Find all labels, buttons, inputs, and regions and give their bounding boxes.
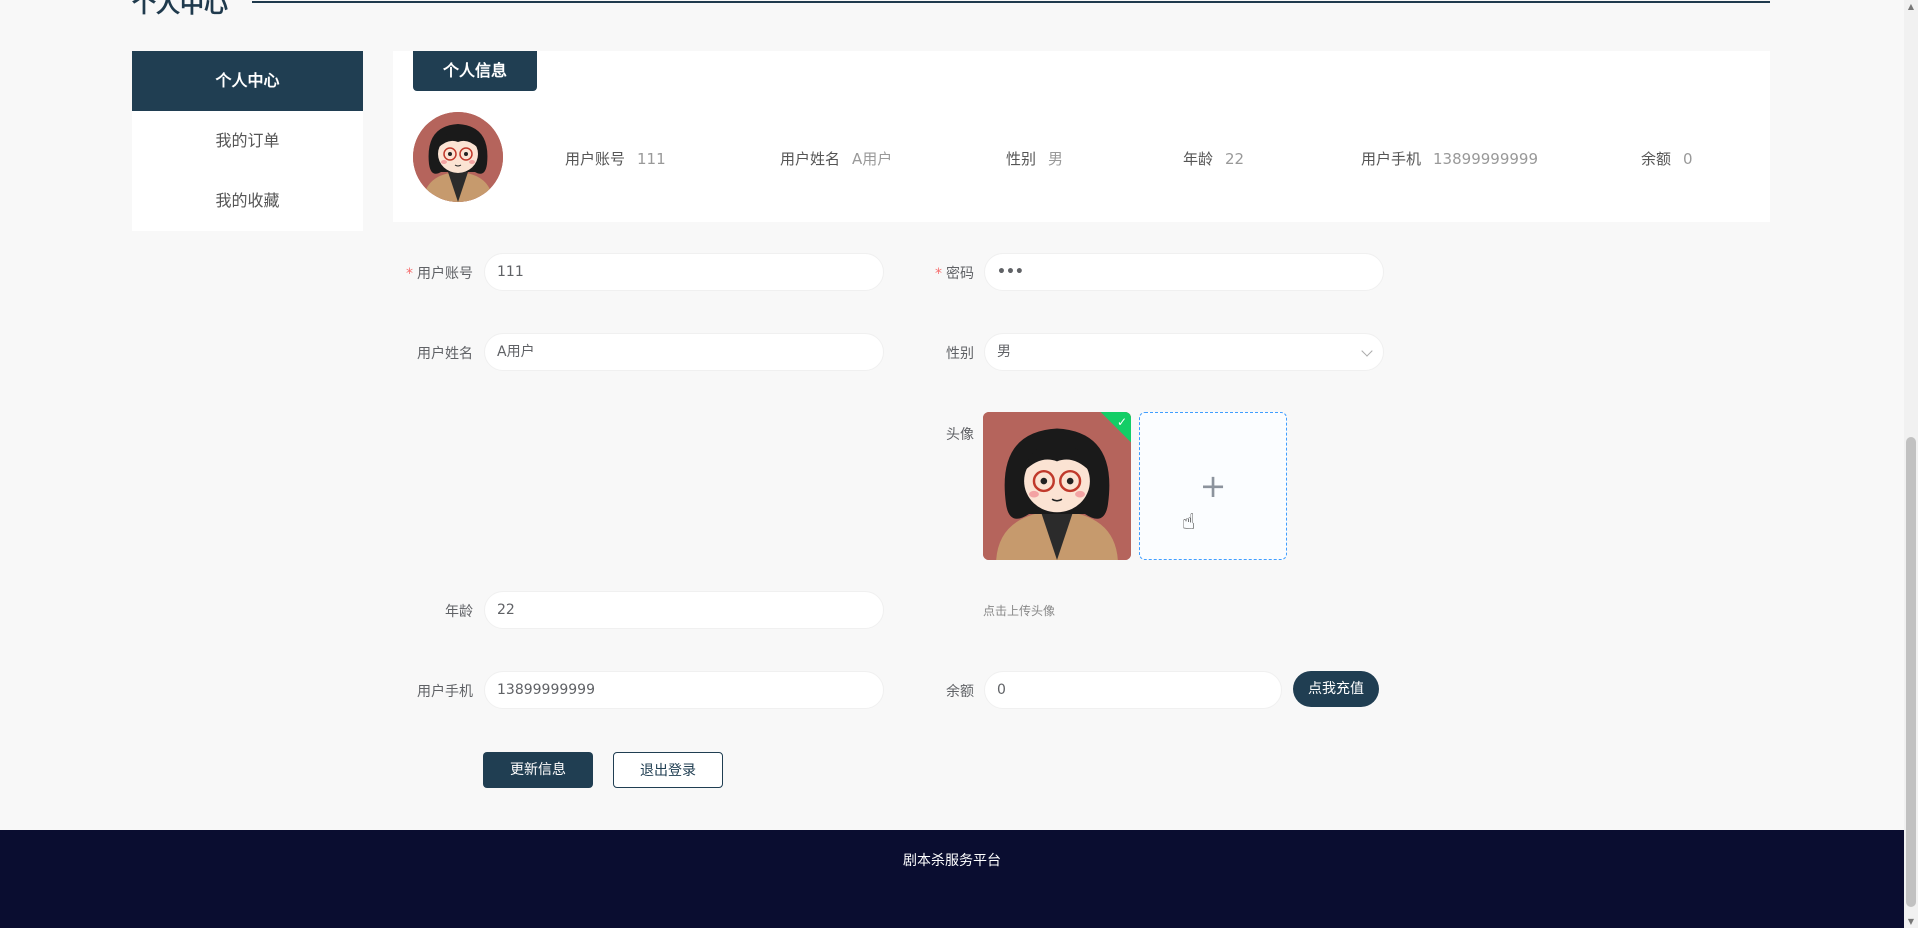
plus-icon: + — [1199, 467, 1227, 505]
name-input[interactable]: A用户 — [484, 333, 884, 371]
info-gender: 性别男 — [1006, 150, 1064, 168]
avatar-upload-button[interactable]: + — [1139, 412, 1287, 560]
update-info-button[interactable]: 更新信息 — [483, 752, 593, 788]
name-label: 用户姓名 — [417, 346, 473, 362]
page-heading: 个人中心 — [132, 0, 228, 18]
upload-tip: 点击上传头像 — [983, 604, 1056, 618]
password-input[interactable]: ••• — [984, 253, 1384, 291]
scroll-down-icon[interactable]: ▼ — [1904, 917, 1918, 926]
info-phone: 用户手机 13899999999 — [1361, 150, 1538, 168]
phone-label: 用户手机 — [417, 684, 473, 700]
logout-button[interactable]: 退出登录 — [613, 752, 723, 788]
uploaded-avatar-thumbnail[interactable]: ✓ — [983, 412, 1131, 560]
balance-label: 余额 — [946, 684, 974, 700]
balance-input[interactable]: 0 — [984, 671, 1282, 709]
info-balance: 余额 0 — [1641, 150, 1693, 168]
profile-info-card: 个人信息 用户账号 111 用户姓名 A用户 性别男 年龄 22 用户手机 138999… — [393, 51, 1770, 222]
chevron-down-icon — [1361, 345, 1373, 357]
check-icon: ✓ — [1116, 415, 1127, 429]
required-mark: * — [406, 266, 413, 282]
sidebar-item-favorites[interactable]: 我的收藏 — [132, 171, 363, 231]
avatar — [413, 112, 503, 202]
hand-pointer-icon: ☝ — [1182, 510, 1196, 535]
info-name: 用户姓名 A用户 — [780, 150, 893, 168]
recharge-button[interactable]: 点我充值 — [1293, 671, 1379, 707]
footer: 剧本杀服务平台 — [0, 830, 1904, 928]
gender-label: 性别 — [946, 346, 974, 362]
sidebar-menu: 个人中心 我的订单 我的收藏 — [132, 51, 363, 231]
gender-select-value: 男 — [997, 344, 1011, 360]
profile-info-tab: 个人信息 — [413, 51, 537, 91]
age-input[interactable]: 22 — [484, 591, 884, 629]
scroll-up-icon[interactable]: ▲ — [1904, 2, 1918, 11]
sidebar-item-orders[interactable]: 我的订单 — [132, 111, 363, 171]
avatar-label: 头像 — [946, 427, 974, 443]
info-account: 用户账号 111 — [565, 150, 666, 168]
vertical-scrollbar[interactable]: ▲ ▼ — [1904, 0, 1918, 928]
heading-divider — [252, 1, 1770, 3]
age-label: 年龄 — [445, 604, 473, 620]
required-mark: * — [935, 266, 942, 282]
gender-select[interactable]: 男 — [984, 333, 1384, 371]
account-label: * 用户账号 — [406, 266, 473, 282]
scroll-thumb[interactable] — [1906, 437, 1916, 907]
sidebar-item-profile[interactable]: 个人中心 — [132, 51, 363, 111]
password-label: * 密码 — [935, 266, 974, 282]
phone-input[interactable]: 13899999999 — [484, 671, 884, 709]
account-input[interactable]: 111 — [484, 253, 884, 291]
footer-text: 剧本杀服务平台 — [903, 853, 1001, 869]
info-age: 年龄 22 — [1183, 150, 1245, 168]
